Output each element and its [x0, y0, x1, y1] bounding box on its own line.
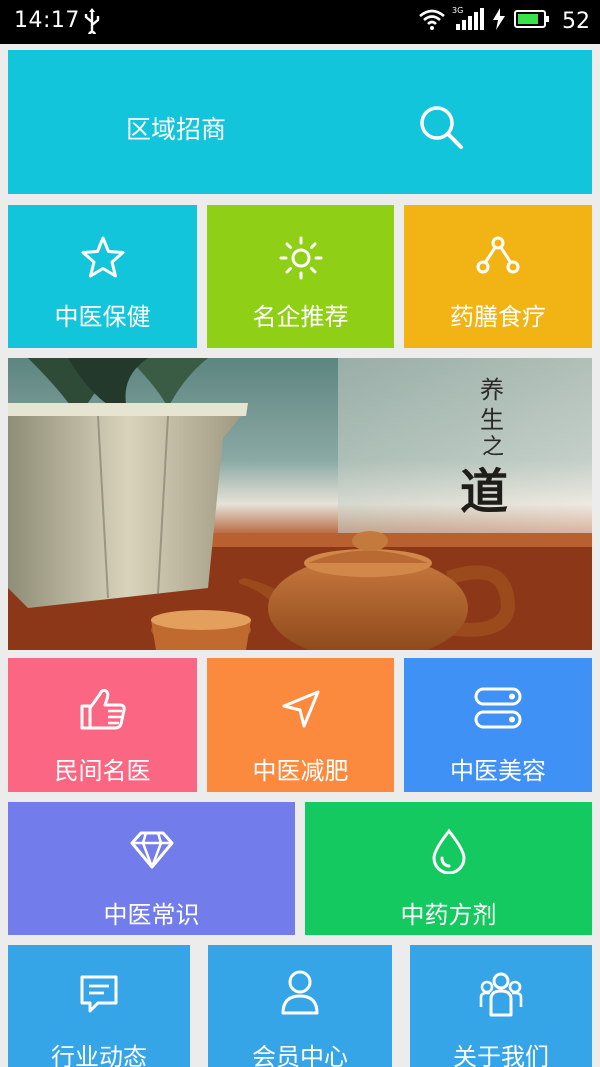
user-icon: [280, 969, 320, 1019]
tea-banner-image[interactable]: 养 生 之 道: [8, 358, 592, 650]
home-grid: 区域招商 中医保健 名企推荐 药膳食疗 养 生 之 道 民间名医 中医减肥 中医…: [0, 44, 600, 1067]
usb-icon: [82, 8, 102, 40]
tile-label: 会员中心: [252, 1043, 348, 1067]
about-us-tile[interactable]: 关于我们: [410, 945, 592, 1067]
medicated-diet-tile[interactable]: 药膳食疗: [404, 205, 592, 348]
status-bar: 14:17 3G 52: [0, 0, 600, 44]
status-time: 14:17: [14, 8, 80, 33]
tcm-weight-loss-tile[interactable]: 中医减肥: [207, 658, 394, 792]
tcm-knowledge-tile[interactable]: 中医常识: [8, 802, 295, 935]
tile-label: 中医美容: [450, 757, 546, 785]
regional-investment-search-button[interactable]: 区域招商: [8, 50, 592, 194]
tile-label: 名企推荐: [252, 303, 349, 331]
tile-label: 关于我们: [453, 1043, 549, 1067]
water-drop-icon: [431, 828, 467, 878]
calligraphy-mid2: 之: [482, 435, 504, 460]
tcm-prescription-tile[interactable]: 中药方剂: [305, 802, 592, 935]
battery-icon: [514, 9, 550, 33]
tile-label: 民间名医: [54, 757, 151, 785]
calligraphy-big: 道: [460, 464, 508, 520]
charging-icon: [492, 8, 506, 34]
tcm-health-tile[interactable]: 中医保健: [8, 205, 197, 348]
tile-label: 行业动态: [51, 1043, 147, 1067]
member-center-tile[interactable]: 会员中心: [208, 945, 392, 1067]
status-icons: 3G 52: [418, 6, 590, 34]
wifi-icon: [418, 8, 446, 34]
industry-news-tile[interactable]: 行业动态: [8, 945, 190, 1067]
calligraphy-mid: 生: [480, 406, 504, 434]
tile-label: 中医保健: [54, 303, 151, 331]
thumbs-up-icon: [78, 686, 128, 736]
battery-percent: 52: [562, 8, 590, 34]
toggle-list-icon: [473, 686, 523, 734]
star-icon: [81, 235, 125, 283]
tile-label: 中药方剂: [400, 901, 497, 929]
navigation-arrow-icon: [280, 688, 322, 734]
famous-enterprise-tile[interactable]: 名企推荐: [207, 205, 394, 348]
search-icon: [418, 104, 464, 154]
folk-doctor-tile[interactable]: 民间名医: [8, 658, 197, 792]
tile-label: 中医减肥: [252, 757, 349, 785]
group-icon: [479, 971, 523, 1021]
tile-label: 中医常识: [103, 901, 200, 929]
tcm-beauty-tile[interactable]: 中医美容: [404, 658, 592, 792]
signal-icon: 3G: [452, 6, 484, 34]
nodes-icon: [475, 235, 521, 279]
message-icon: [78, 973, 120, 1019]
search-label: 区域招商: [126, 115, 227, 144]
tile-label: 药膳食疗: [450, 303, 546, 331]
sun-icon: [278, 235, 324, 285]
network-type: 3G: [452, 6, 464, 15]
diamond-icon: [129, 830, 175, 874]
calligraphy-top: 养: [480, 376, 504, 404]
